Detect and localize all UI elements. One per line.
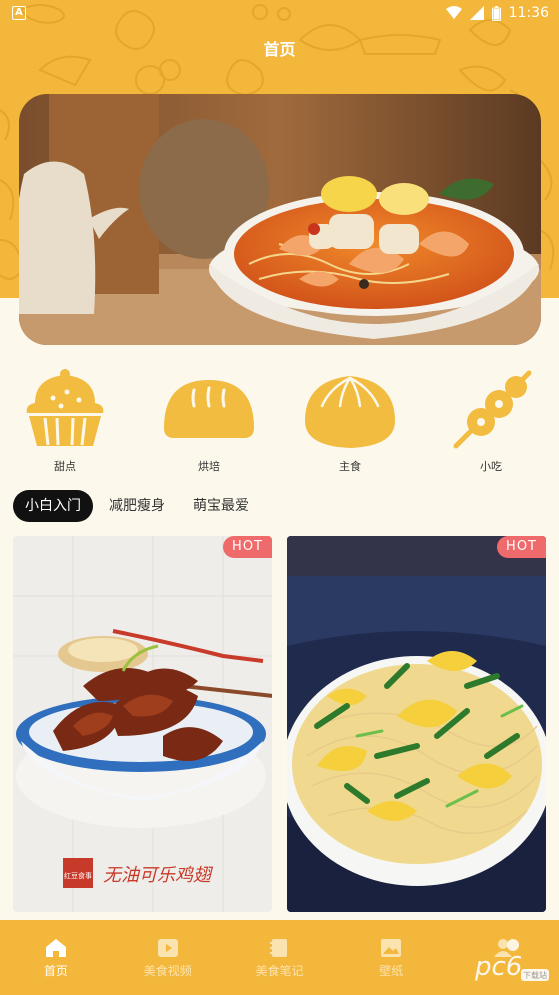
- nav-food-notes[interactable]: 美食笔记: [224, 920, 336, 995]
- app-notification-icon: A: [12, 6, 26, 20]
- cupcake-icon: [26, 369, 104, 446]
- recipe-card[interactable]: 红豆食事 无油可乐鸡翅 HOT: [13, 536, 272, 912]
- nav-wallpaper[interactable]: 壁纸: [335, 920, 447, 995]
- tab-beginner[interactable]: 小白入门: [13, 490, 93, 522]
- wifi-icon: [445, 6, 462, 19]
- nav-home[interactable]: 首页: [0, 920, 112, 995]
- category-baking[interactable]: 烘培: [149, 368, 269, 474]
- nav-food-video[interactable]: 美食视频: [112, 920, 224, 995]
- pc6-watermark-logo: pc6 下载站: [474, 939, 549, 982]
- notebook-icon: [270, 939, 288, 957]
- banner-carousel[interactable]: [19, 94, 541, 345]
- category-label: 烘培: [198, 460, 220, 473]
- tab-weight-loss[interactable]: 减肥瘦身: [97, 490, 177, 522]
- category-snack[interactable]: 小吃: [431, 368, 551, 474]
- category-label: 甜点: [54, 460, 76, 473]
- nav-label: 壁纸: [379, 964, 404, 978]
- recipe-card[interactable]: HOT: [287, 536, 546, 912]
- hot-badge: HOT: [497, 536, 546, 558]
- category-label: 小吃: [480, 460, 502, 473]
- category-row: 甜点 烘培 主食 小吃: [0, 368, 559, 478]
- recipe-caption: 无油可乐鸡翅: [103, 865, 214, 886]
- recipe-image-cola-wings: 红豆食事 无油可乐鸡翅: [13, 536, 272, 912]
- watermark-text: pc6: [474, 952, 522, 982]
- hot-badge: HOT: [223, 536, 272, 558]
- nav-label: 美食笔记: [255, 964, 304, 978]
- page-title: 首页: [263, 40, 296, 59]
- category-dessert[interactable]: 甜点: [5, 368, 125, 474]
- status-bar: A 11:36: [0, 0, 559, 26]
- tab-kids-favorite[interactable]: 萌宝最爱: [181, 490, 261, 522]
- skewer-icon: [453, 370, 532, 449]
- nav-label: 首页: [43, 964, 68, 978]
- video-icon: [157, 939, 178, 957]
- bread-icon: [164, 380, 254, 438]
- category-staple[interactable]: 主食: [290, 368, 410, 474]
- nav-label: 美食视频: [143, 964, 192, 978]
- watermark-subtext: 下载站: [523, 970, 547, 980]
- category-label: 主食: [339, 460, 361, 473]
- recipe-image-stir-fry-noodles: [287, 536, 546, 912]
- home-icon: [45, 939, 66, 957]
- caption-stamp: 红豆食事: [64, 871, 92, 880]
- battery-icon: [491, 5, 501, 21]
- banner-image-seafood-noodles: [19, 94, 541, 345]
- bun-icon: [305, 376, 395, 448]
- status-time: 11:36: [508, 5, 549, 21]
- image-icon: [381, 939, 402, 957]
- signal-icon: [469, 6, 484, 20]
- recipe-tabs: 小白入门 减肥瘦身 萌宝最爱: [13, 490, 261, 522]
